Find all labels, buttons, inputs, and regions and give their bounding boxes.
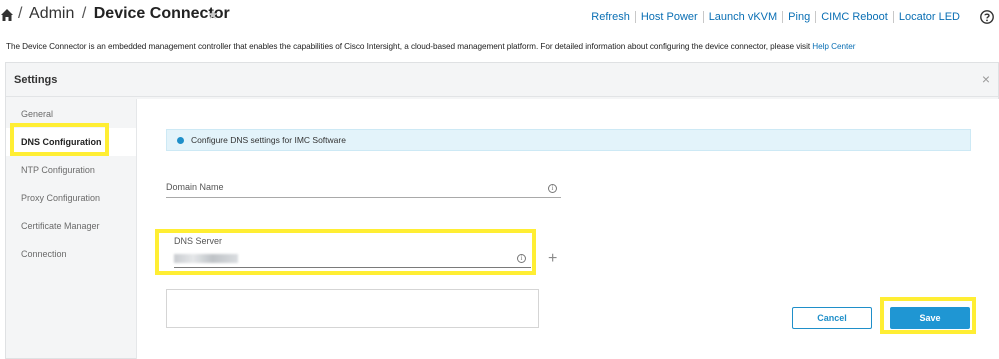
info-banner: Configure DNS settings for IMC Software <box>166 129 971 151</box>
dns-server-row <box>166 289 539 328</box>
breadcrumb-admin[interactable]: Admin <box>29 5 74 22</box>
header-actions: Refresh Host Power Launch vKVM Ping CIMC… <box>586 11 965 23</box>
breadcrumb: / Admin / Device Connector <box>15 5 230 23</box>
nav-item-connection[interactable]: Connection <box>6 240 136 268</box>
host-power-link[interactable]: Host Power <box>634 11 703 23</box>
info-dot-icon <box>177 137 184 144</box>
dns-server-value-blurred <box>174 254 238 263</box>
home-icon[interactable] <box>0 8 14 22</box>
locator-led-link[interactable]: Locator LED <box>892 11 965 23</box>
info-message: Configure DNS settings for IMC Software <box>191 135 346 145</box>
dns-server-info-icon[interactable]: i <box>517 254 526 263</box>
nav-item-general[interactable]: General <box>6 100 136 128</box>
nav-item-ntp-configuration[interactable]: NTP Configuration <box>6 156 136 184</box>
cimc-reboot-link[interactable]: CIMC Reboot <box>815 11 893 23</box>
nav-item-proxy-configuration[interactable]: Proxy Configuration <box>6 184 136 212</box>
page-header: / Admin / Device Connector ★ Refresh Hos… <box>0 0 999 34</box>
domain-name-label: Domain Name <box>166 182 224 192</box>
dns-server-label: DNS Server <box>174 236 223 246</box>
modal-header: Settings × <box>6 63 998 97</box>
description-text: The Device Connector is an embedded mana… <box>6 42 813 51</box>
star-icon[interactable]: ★ <box>207 8 219 21</box>
dns-configuration-panel: Configure DNS settings for IMC Software … <box>136 99 999 359</box>
add-dns-server-plus-icon[interactable]: + <box>548 251 557 267</box>
save-button[interactable]: Save <box>890 307 970 329</box>
launch-vkvm-link[interactable]: Launch vKVM <box>702 11 782 23</box>
help-icon[interactable] <box>980 10 994 24</box>
modal-title: Settings <box>14 74 58 86</box>
close-icon[interactable]: × <box>982 72 990 86</box>
ping-link[interactable]: Ping <box>782 11 815 23</box>
breadcrumb-separator: / <box>18 5 23 22</box>
domain-name-info-icon[interactable]: i <box>548 184 557 193</box>
nav-item-certificate-manager[interactable]: Certificate Manager <box>6 212 136 240</box>
device-connector-description: The Device Connector is an embedded mana… <box>6 42 855 51</box>
settings-modal: Settings × General DNS Configuration NTP… <box>5 62 999 359</box>
dns-server-input[interactable] <box>174 267 531 268</box>
breadcrumb-separator: / <box>81 5 87 22</box>
domain-name-input[interactable] <box>166 197 561 198</box>
cancel-button[interactable]: Cancel <box>792 307 872 329</box>
nav-item-dns-configuration[interactable]: DNS Configuration <box>6 128 136 156</box>
refresh-link[interactable]: Refresh <box>586 11 635 23</box>
help-center-link[interactable]: Help Center <box>812 42 855 51</box>
